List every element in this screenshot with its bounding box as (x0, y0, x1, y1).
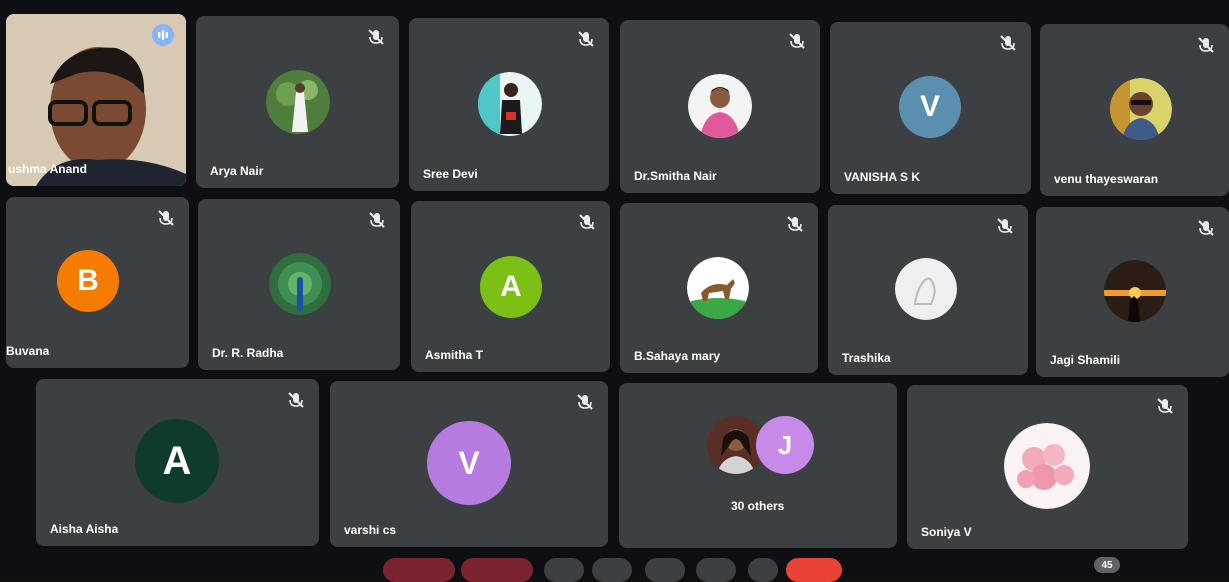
avatar-photo (478, 72, 542, 136)
others-tile[interactable]: J 30 others (619, 383, 897, 548)
avatar-photo (266, 70, 330, 134)
mic-off-icon (787, 216, 803, 232)
mic-off-icon (158, 210, 174, 226)
toolbar-button-3[interactable] (544, 558, 584, 582)
participant-tile-jagi[interactable]: Jagi Shamili (1036, 207, 1229, 377)
participant-name: Dr.Smitha Nair (634, 169, 717, 183)
avatar-photo (688, 74, 752, 138)
mic-off-icon (789, 33, 805, 49)
participant-tile-sahaya[interactable]: B.Sahaya mary (620, 203, 818, 373)
avatar-photo (895, 258, 957, 320)
mic-off-icon (578, 31, 594, 47)
participant-tile-sree-devi[interactable]: Sree Devi (409, 18, 609, 191)
participant-tile-varshi[interactable]: V varshi cs (330, 381, 608, 547)
mic-off-icon (579, 214, 595, 230)
speaking-indicator-icon (152, 24, 174, 46)
participant-name: Sree Devi (423, 167, 478, 181)
mic-off-icon (577, 394, 593, 410)
participant-tile-smitha[interactable]: Dr.Smitha Nair (620, 20, 820, 193)
participant-name: Buvana (6, 344, 50, 358)
mic-off-icon (368, 29, 384, 45)
participant-name: venu thayeswaran (1054, 172, 1159, 186)
avatar-initial: J (756, 416, 814, 474)
mic-off-icon (1157, 398, 1173, 414)
participant-name: VANISHA S K (844, 170, 921, 184)
avatar-photo (687, 257, 749, 319)
participant-count-badge: 45 (1094, 557, 1120, 573)
participant-tile-arya[interactable]: Arya Nair (196, 16, 399, 188)
participant-tile-vanisha[interactable]: V VANISHA S K (830, 22, 1031, 194)
participant-name: Aisha Aisha (50, 522, 119, 536)
others-count-label: 30 others (731, 499, 785, 513)
participant-name: Soniya V (921, 525, 972, 539)
participant-name: Jagi Shamili (1050, 353, 1121, 367)
mic-off-icon (997, 218, 1013, 234)
participant-name: varshi cs (344, 523, 397, 537)
leave-call-button[interactable] (786, 558, 842, 582)
toolbar-button-5[interactable] (645, 558, 685, 582)
participant-name: B.Sahaya mary (634, 349, 721, 363)
meeting-grid: ushma Anand Arya Nair Sree Devi Dr.Smith… (0, 0, 1229, 582)
avatar-initial: V (427, 421, 511, 505)
participant-tile-venu[interactable]: venu thayeswaran (1040, 24, 1229, 196)
participant-tile-ushma[interactable]: ushma Anand (6, 14, 186, 186)
toolbar-button-1[interactable] (383, 558, 455, 582)
avatar-photo (269, 253, 331, 315)
participant-tile-soniya[interactable]: Soniya V (907, 385, 1188, 549)
participant-tile-asmitha[interactable]: A Asmitha T (411, 201, 610, 372)
participant-tile-aisha[interactable]: A Aisha Aisha (36, 379, 319, 546)
participant-tile-radha[interactable]: Dr. R. Radha (198, 199, 400, 370)
toolbar-button-4[interactable] (592, 558, 632, 582)
participant-tile-buvana[interactable]: B Buvana (6, 197, 189, 368)
participant-name: ushma Anand (8, 162, 87, 176)
avatar-photo (1104, 260, 1166, 322)
avatar-initial: A (480, 256, 542, 318)
participant-name: Trashika (842, 351, 891, 365)
avatar-photo (1004, 423, 1090, 509)
participant-name: Arya Nair (210, 164, 264, 178)
toolbar-button-6[interactable] (696, 558, 736, 582)
participant-name: Asmitha T (425, 348, 484, 362)
mic-off-icon (1198, 37, 1214, 53)
participant-tile-trashika[interactable]: Trashika (828, 205, 1028, 375)
toolbar-button-2[interactable] (461, 558, 533, 582)
avatar-initial: V (899, 76, 961, 138)
mic-off-icon (1198, 220, 1214, 236)
mic-off-icon (288, 392, 304, 408)
avatar-initial: A (135, 419, 219, 503)
avatar-photo (1110, 78, 1172, 140)
mic-off-icon (369, 212, 385, 228)
mic-off-icon (1000, 35, 1016, 51)
toolbar-button-7[interactable] (748, 558, 778, 582)
participant-name: Dr. R. Radha (212, 346, 284, 360)
avatar-initial: B (57, 250, 119, 312)
